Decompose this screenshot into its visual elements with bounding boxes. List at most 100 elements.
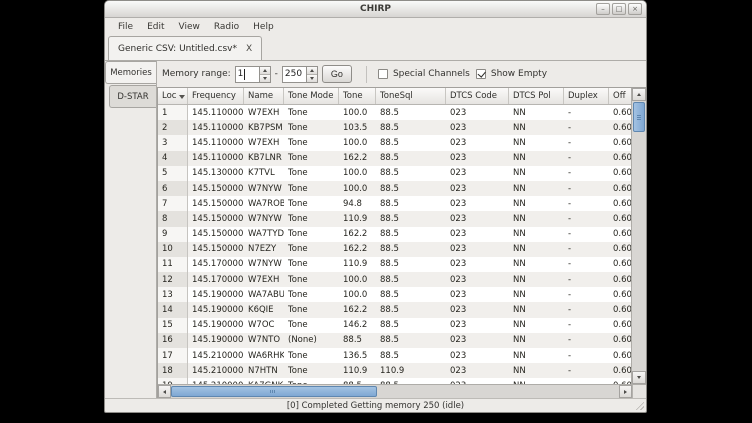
column-header-duplex[interactable]: Duplex [564,88,609,104]
cell-tone[interactable]: 100.0 [339,287,376,302]
cell-tone-mode[interactable]: Tone [284,227,339,242]
cell-frequency[interactable]: 145.190000 [188,333,244,348]
maximize-button[interactable]: □ [612,3,626,15]
cell-name[interactable]: WA7ABU [244,287,284,302]
cell-frequency[interactable]: 145.110000 [188,135,244,150]
cell-name[interactable]: WA7ROB [244,196,284,211]
cell-duplex[interactable]: - [564,363,609,378]
cell-loc[interactable]: 3 [158,135,188,150]
cell-name[interactable]: KB7PSM [244,120,284,135]
cell-tone[interactable]: 103.5 [339,120,376,135]
tab-close-button[interactable]: X [246,44,252,54]
cell-tonesql[interactable]: 110.9 [376,363,446,378]
cell-loc[interactable]: 9 [158,227,188,242]
cell-tone-mode[interactable]: Tone [284,211,339,226]
tab-generic-csv[interactable]: Generic CSV: Untitled.csv* X [108,36,262,60]
cell-name[interactable]: N7HTN [244,363,284,378]
cell-frequency[interactable]: 145.110000 [188,120,244,135]
cell-tone[interactable]: 136.5 [339,348,376,363]
cell-tone[interactable]: 110.9 [339,257,376,272]
cell-loc[interactable]: 12 [158,272,188,287]
cell-name[interactable]: KB7LNR [244,151,284,166]
cell-off[interactable]: 0.60 [609,166,631,181]
cell-dtcs-pol[interactable]: NN [509,166,564,181]
cell-name[interactable]: W7NYW [244,181,284,196]
cell-dtcs-code[interactable]: 023 [446,287,509,302]
cell-name[interactable]: W7EXH [244,105,284,120]
cell-duplex[interactable]: - [564,318,609,333]
menu-item-file[interactable]: File [111,20,140,34]
menu-item-help[interactable]: Help [246,20,281,34]
horizontal-scroll-track[interactable] [171,385,619,398]
cell-off[interactable]: 0.60 [609,257,631,272]
spin-down-icon[interactable] [307,74,317,82]
cell-tonesql[interactable]: 88.5 [376,257,446,272]
cell-tone-mode[interactable]: Tone [284,302,339,317]
cell-loc[interactable]: 7 [158,196,188,211]
column-header-dtcs-code[interactable]: DTCS Code [446,88,509,104]
cell-tone[interactable]: 100.0 [339,166,376,181]
cell-duplex[interactable]: - [564,287,609,302]
cell-frequency[interactable]: 145.110000 [188,151,244,166]
cell-tonesql[interactable]: 88.5 [376,196,446,211]
cell-dtcs-code[interactable]: 023 [446,105,509,120]
cell-tone-mode[interactable]: Tone [284,257,339,272]
cell-dtcs-code[interactable]: 023 [446,318,509,333]
cell-duplex[interactable]: - [564,257,609,272]
cell-dtcs-pol[interactable]: NN [509,105,564,120]
cell-name[interactable]: W7NTO [244,333,284,348]
cell-duplex[interactable]: - [564,120,609,135]
cell-tonesql[interactable]: 88.5 [376,135,446,150]
cell-tone[interactable]: 162.2 [339,242,376,257]
close-button[interactable]: × [628,3,642,15]
cell-off[interactable]: 0.60 [609,151,631,166]
cell-loc[interactable]: 1 [158,105,188,120]
cell-dtcs-pol[interactable]: NN [509,151,564,166]
cell-loc[interactable]: 18 [158,363,188,378]
cell-tone-mode[interactable]: Tone [284,287,339,302]
cell-name[interactable]: WA6RHK [244,348,284,363]
cell-duplex[interactable]: - [564,227,609,242]
menu-item-edit[interactable]: Edit [140,20,171,34]
cell-loc[interactable]: 13 [158,287,188,302]
go-button[interactable]: Go [322,65,352,83]
cell-loc[interactable]: 6 [158,181,188,196]
column-header-tone-mode[interactable]: Tone Mode [284,88,339,104]
cell-dtcs-pol[interactable]: NN [509,348,564,363]
cell-loc[interactable]: 15 [158,318,188,333]
column-header-frequency[interactable]: Frequency [188,88,244,104]
cell-frequency[interactable]: 145.130000 [188,166,244,181]
cell-off[interactable]: 0.60 [609,272,631,287]
cell-frequency[interactable]: 145.190000 [188,318,244,333]
cell-duplex[interactable]: - [564,302,609,317]
cell-duplex[interactable]: - [564,166,609,181]
cell-tonesql[interactable]: 88.5 [376,181,446,196]
cell-name[interactable]: W7EXH [244,272,284,287]
cell-duplex[interactable]: - [564,135,609,150]
cell-dtcs-pol[interactable]: NN [509,242,564,257]
cell-tone-mode[interactable]: Tone [284,120,339,135]
column-header-loc[interactable]: Loc [158,88,188,104]
cell-duplex[interactable]: - [564,348,609,363]
scroll-left-icon[interactable] [158,385,171,398]
cell-frequency[interactable]: 145.170000 [188,257,244,272]
cell-tonesql[interactable]: 88.5 [376,105,446,120]
cell-tone[interactable]: 100.0 [339,105,376,120]
cell-dtcs-pol[interactable]: NN [509,272,564,287]
cell-tone-mode[interactable]: Tone [284,363,339,378]
scroll-down-icon[interactable] [632,371,646,384]
cell-dtcs-pol[interactable]: NN [509,302,564,317]
cell-frequency[interactable]: 145.190000 [188,302,244,317]
cell-off[interactable]: 0.60 [609,318,631,333]
menu-item-radio[interactable]: Radio [207,20,246,34]
cell-tone-mode[interactable]: Tone [284,135,339,150]
cell-tonesql[interactable]: 88.5 [376,287,446,302]
spin-up-icon[interactable] [307,67,317,74]
cell-frequency[interactable]: 145.150000 [188,196,244,211]
cell-tonesql[interactable]: 88.5 [376,302,446,317]
cell-name[interactable]: W7EXH [244,135,284,150]
cell-frequency[interactable]: 145.150000 [188,211,244,226]
cell-dtcs-code[interactable]: 023 [446,227,509,242]
column-header-name[interactable]: Name [244,88,284,104]
memory-range-end-input[interactable] [282,66,306,83]
